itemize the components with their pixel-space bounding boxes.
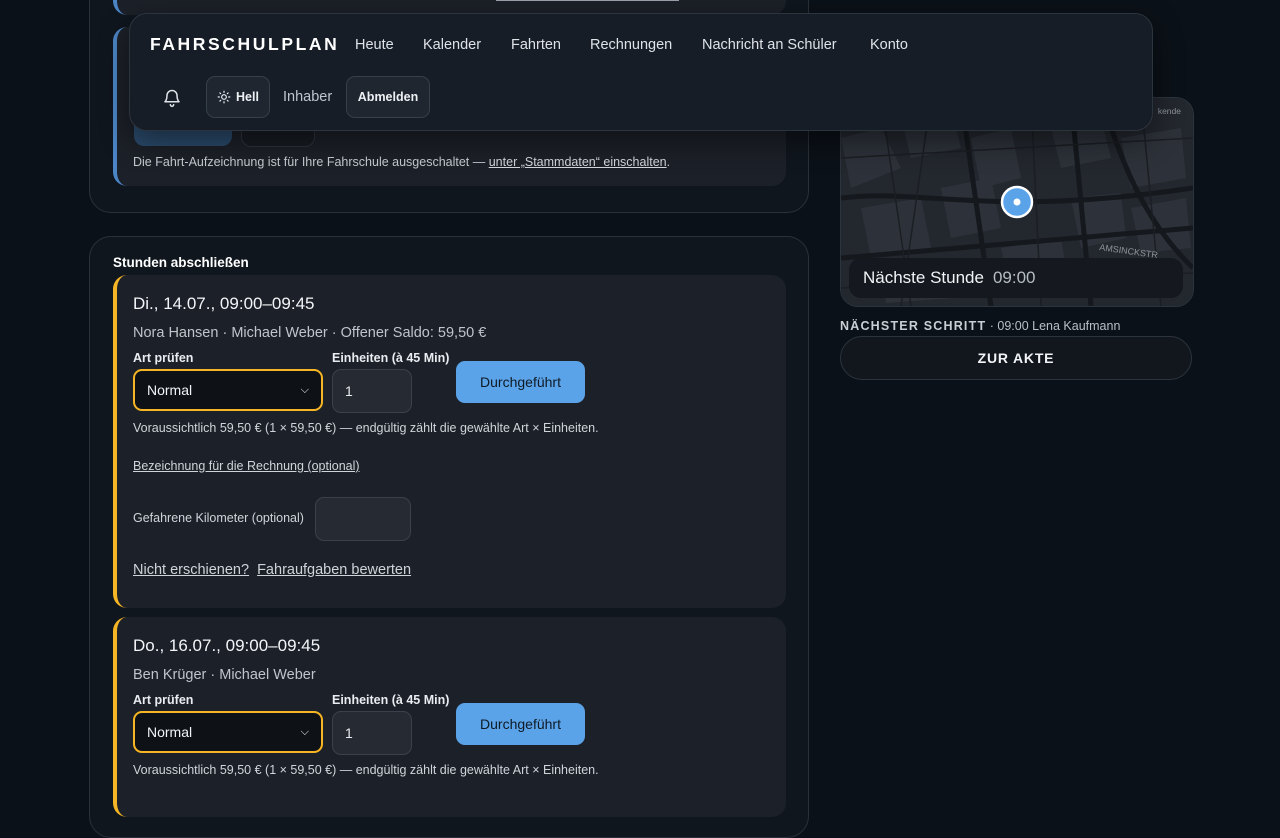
nav-link-nachricht[interactable]: Nachricht an Schüler: [702, 37, 837, 53]
stammdaten-link[interactable]: unter „Stammdaten“ einschalten: [489, 155, 667, 169]
open-record-button[interactable]: ZUR AKTE: [840, 336, 1192, 380]
lesson-1-km-input[interactable]: [315, 497, 411, 541]
map-attribution: kende: [1157, 106, 1181, 116]
next-lesson-time: 09:00: [992, 268, 1036, 287]
rate-tasks-link[interactable]: Fahraufgaben bewerten: [257, 562, 411, 578]
next-step-text: · 09:00 Lena Kaufmann: [986, 319, 1121, 333]
lesson-1-units-label: Einheiten (à 45 Min): [332, 351, 450, 365]
lesson-2-estimate: Voraussichtlich 59,50 € (1 × 59,50 €) — …: [133, 763, 599, 777]
lesson-2-type-select[interactable]: Normal ⌵: [133, 711, 323, 753]
nav-link-heute[interactable]: Heute: [355, 37, 394, 53]
lesson-1-type-label: Art prüfen: [133, 351, 194, 365]
lesson-1-units-input[interactable]: 1: [332, 369, 412, 413]
lesson-2-title: Do., 16.07., 09:00–09:45: [133, 636, 321, 655]
top-cut-link-line: [496, 0, 679, 1]
chevron-down-icon: ⌵: [300, 725, 309, 738]
theme-toggle-button[interactable]: Hell: [206, 76, 270, 118]
lesson-2-type-label: Art prüfen: [133, 693, 194, 707]
lesson-1-done-button[interactable]: Durchgeführt: [456, 361, 585, 403]
lesson-1-estimate: Voraussichtlich 59,50 € (1 × 59,50 €) — …: [133, 421, 599, 435]
next-step-heading: NÄCHSTER SCHRITT: [840, 319, 987, 333]
recording-disabled-note: Die Fahrt-Aufzeichnung ist für Ihre Fahr…: [133, 155, 671, 169]
logout-button[interactable]: Abmelden: [346, 76, 430, 118]
lessons-section-title: Stunden abschließen: [113, 255, 249, 270]
user-role: Inhaber: [283, 89, 333, 105]
sun-icon: [217, 90, 231, 104]
lesson-2-meta: Ben Krüger · Michael Weber: [133, 667, 316, 683]
next-step-line: NÄCHSTER SCHRITT · 09:00 Lena Kaufmann: [840, 319, 1120, 333]
lesson-1-meta: Nora Hansen · Michael Weber · Offener Sa…: [133, 325, 487, 341]
theme-toggle-label: Hell: [236, 90, 259, 104]
nav-link-rechnungen[interactable]: Rechnungen: [590, 37, 672, 53]
top-navigation: FAHRSCHULPLAN Heute Kalender Fahrten Rec…: [129, 13, 1153, 131]
next-lesson-label: Nächste Stunde: [863, 268, 984, 287]
brand-logo[interactable]: FAHRSCHULPLAN: [150, 34, 339, 55]
lesson-1-title: Di., 14.07., 09:00–09:45: [133, 294, 315, 313]
nav-link-konto[interactable]: Konto: [870, 37, 908, 53]
lesson-1-km-label: Gefahrene Kilometer (optional): [133, 511, 304, 525]
nav-link-kalender[interactable]: Kalender: [423, 37, 481, 53]
lesson-2-done-button[interactable]: Durchgeführt: [456, 703, 585, 745]
nav-link-fahrten[interactable]: Fahrten: [511, 37, 561, 53]
next-lesson-pill: Nächste Stunde 09:00: [849, 258, 1183, 298]
lesson-1-invoice-link[interactable]: Bezeichnung für die Rechnung (optional): [133, 459, 360, 473]
chevron-down-icon: ⌵: [300, 383, 309, 396]
lesson-1-type-select[interactable]: Normal ⌵: [133, 369, 323, 411]
bell-icon[interactable]: [162, 87, 182, 109]
lesson-1-links: Nicht erschienen? Fahraufgaben bewerten: [133, 562, 419, 578]
no-show-link[interactable]: Nicht erschienen?: [133, 562, 249, 578]
lesson-2-units-input[interactable]: 1: [332, 711, 412, 755]
lesson-2-units-label: Einheiten (à 45 Min): [332, 693, 450, 707]
